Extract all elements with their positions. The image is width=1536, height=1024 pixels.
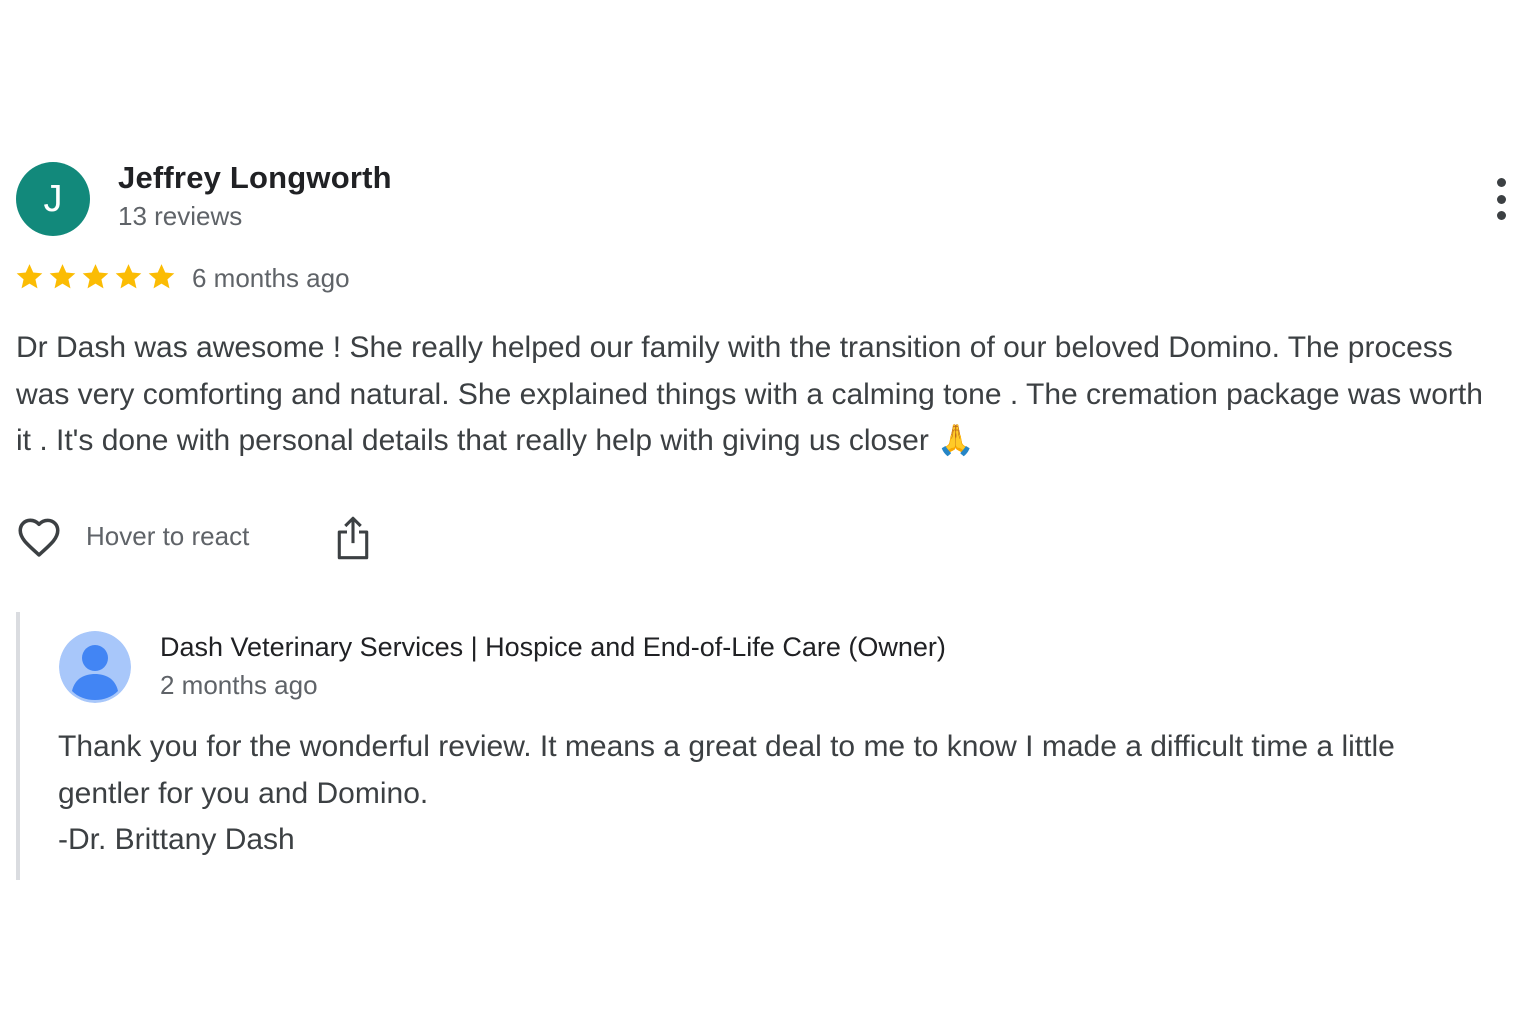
reviewer-initial: J	[43, 177, 63, 220]
share-icon[interactable]	[332, 514, 374, 562]
react-label[interactable]: Hover to react	[86, 521, 249, 552]
owner-name: Dash Veterinary Services | Hospice and E…	[160, 632, 946, 662]
star-icon	[49, 264, 76, 289]
reviewer-name[interactable]: Jeffrey Longworth	[118, 160, 392, 196]
star-icon	[16, 264, 43, 289]
reviewer-review-count: 13 reviews	[118, 201, 243, 231]
star-icon	[115, 264, 142, 289]
default-profile-icon[interactable]	[59, 631, 131, 703]
owner-reply-line: Thank you for the wonderful review. It m…	[58, 730, 1395, 763]
reviewer-avatar[interactable]: J	[16, 162, 90, 236]
review-date: 6 months ago	[192, 263, 350, 293]
owner-reply-date: 2 months ago	[160, 670, 318, 700]
owner-reply-line: gentler for you and Domino.	[58, 776, 429, 810]
more-vert-icon-dot	[1496, 194, 1506, 204]
star-icon	[82, 264, 109, 289]
more-vert-icon-dot	[1496, 178, 1506, 187]
heart-outline-icon[interactable]	[14, 512, 64, 562]
owner-reply-text: Thank you for the wonderful review. It m…	[58, 724, 1528, 864]
star-icon	[148, 264, 175, 289]
review-text: Dr Dash was awesome ! She really helped …	[16, 331, 1483, 457]
star-rating	[15, 262, 176, 291]
reply-divider	[16, 612, 20, 880]
more-vert-icon-dot	[1496, 211, 1506, 220]
owner-reply-line: -Dr. Brittany Dash	[58, 823, 295, 856]
more-options-button[interactable]	[1488, 178, 1514, 220]
